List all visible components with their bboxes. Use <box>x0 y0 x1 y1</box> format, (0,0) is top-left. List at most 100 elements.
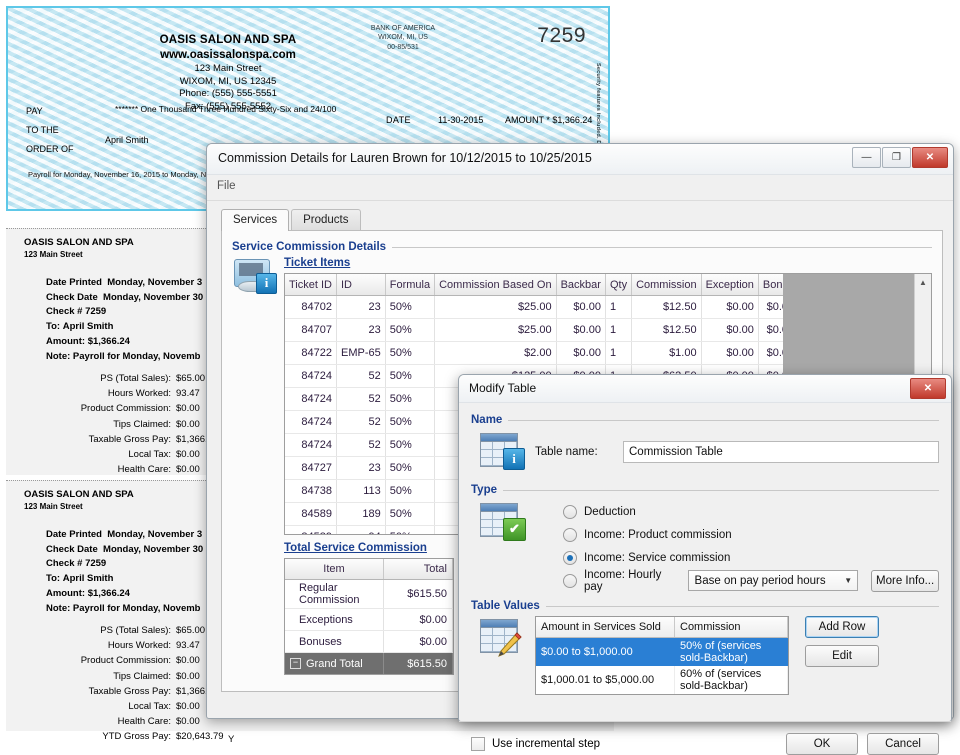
stub-line-value: 7259 <box>85 306 106 317</box>
stub-company-name: OASIS SALON AND SPA <box>24 489 134 500</box>
radio-icon-selected[interactable] <box>563 551 577 565</box>
stub-line-label: Amount: <box>46 336 85 347</box>
stub-line-value: April Smith <box>63 321 114 332</box>
col-total[interactable]: Total <box>384 559 453 580</box>
table-row: Exceptions$0.00 <box>285 609 453 631</box>
commission-window-titlebar[interactable]: Commission Details for Lauren Brown for … <box>207 144 953 175</box>
ok-button[interactable]: OK <box>786 733 858 755</box>
check-company-phone: Phone: (555) 555-5551 <box>83 88 373 101</box>
group-divider <box>503 490 939 491</box>
radio-icon[interactable] <box>563 505 577 519</box>
col-commission[interactable]: Commission <box>632 274 702 296</box>
radio-label: Income: Hourly pay <box>584 569 675 593</box>
commission-window-title: Commission Details for Lauren Brown for … <box>218 151 592 165</box>
total-service-commission-heading[interactable]: Total Service Commission <box>284 542 427 554</box>
table-header-row: Amount in Services Sold Commission <box>536 617 788 638</box>
radio-service-commission[interactable]: Income: Service commission <box>563 546 939 569</box>
table-name-label: Table name: <box>535 446 623 458</box>
radio-label: Income: Product commission <box>584 529 732 541</box>
cancel-button[interactable]: Cancel <box>867 733 939 755</box>
check-bank-routing: 00-85/531 <box>338 43 468 52</box>
table-name-input[interactable]: Commission Table <box>623 441 939 463</box>
chevron-down-icon[interactable]: ▼ <box>839 571 857 590</box>
col-qty[interactable]: Qty <box>605 274 631 296</box>
radio-icon[interactable] <box>563 574 577 588</box>
value-commission[interactable]: 50% of (services sold-Backbar) <box>675 638 788 667</box>
group-divider <box>392 247 932 248</box>
check-memo: Payroll for Monday, November 16, 2015 to… <box>28 170 210 179</box>
stub-line: Amount: $1,366.24 <box>46 335 203 350</box>
service-commission-group-label: Service Commission Details <box>232 241 386 253</box>
scroll-up-icon[interactable]: ▲ <box>915 274 931 290</box>
radio-label: Deduction <box>584 506 636 518</box>
col-item[interactable]: Item <box>285 559 384 580</box>
check-number: 7259 <box>537 24 586 48</box>
stub-summary-block: Date Printed Monday, November 3 Check Da… <box>46 276 203 364</box>
col-bonus[interactable]: Bonus <box>758 274 783 296</box>
maximize-icon[interactable]: ❐ <box>882 147 911 168</box>
radio-icon[interactable] <box>563 528 577 542</box>
grand-total-cell[interactable]: −Grand Total <box>285 653 384 675</box>
table-row: $1,000.01 to $5,000.00 60% of (services … <box>536 666 788 694</box>
type-group-label: Type <box>471 484 497 496</box>
radio-deduction[interactable]: Deduction <box>563 500 939 523</box>
close-icon[interactable]: ✕ <box>910 378 946 399</box>
dropdown-value: Base on pay period hours <box>695 575 826 587</box>
col-ticket-id[interactable]: Ticket ID <box>285 274 337 296</box>
stub-summary-block: Date Printed Monday, November 3 Check Da… <box>46 528 203 616</box>
check-company-address: 123 Main Street <box>83 63 373 76</box>
stub-line: Check # 7259 <box>46 305 203 320</box>
collapse-icon[interactable]: − <box>290 658 301 669</box>
use-incremental-step-checkbox[interactable] <box>471 737 485 751</box>
value-amount[interactable]: $0.00 to $1,000.00 <box>536 638 675 667</box>
stub-line-label: Note: <box>46 351 70 362</box>
table-row-selected: $0.00 to $1,000.00 50% of (services sold… <box>536 638 788 667</box>
stub-line-label: To: <box>46 321 60 332</box>
check-pay-label-1: PAY <box>26 102 74 121</box>
add-row-button[interactable]: Add Row <box>805 616 879 638</box>
stub-line: Check # 7259 <box>46 557 203 572</box>
col-exception[interactable]: Exception <box>701 274 758 296</box>
footer-divider <box>459 721 951 722</box>
table-values-group-header: Table Values <box>471 600 939 612</box>
radio-product-commission[interactable]: Income: Product commission <box>563 523 939 546</box>
tab-strip: Services Products <box>221 208 943 230</box>
col-id[interactable]: ID <box>337 274 386 296</box>
check-company-name: OASIS SALON AND SPA <box>83 33 373 48</box>
stub-line: Check Date Monday, November 30 <box>46 291 203 306</box>
radio-label: Income: Service commission <box>584 552 730 564</box>
table-row: Bonuses$0.00 <box>285 631 453 653</box>
more-info-button[interactable]: More Info... <box>871 570 939 592</box>
check-bank-block: BANK OF AMERICA WIXOM, MI, US 00-85/531 <box>338 24 468 52</box>
table-values-grid[interactable]: Amount in Services Sold Commission $0.00… <box>535 616 789 695</box>
close-icon[interactable]: ✕ <box>912 147 948 168</box>
ticket-items-heading[interactable]: Ticket Items <box>284 257 350 269</box>
window-controls: — ❐ ✕ <box>852 147 948 168</box>
stub-line: To: April Smith <box>46 320 203 335</box>
minimize-icon[interactable]: — <box>852 147 881 168</box>
modify-table-dialog: Modify Table ✕ Name i Table name: Commis… <box>458 374 952 722</box>
tab-services[interactable]: Services <box>221 209 289 231</box>
table-values-table: Amount in Services Sold Commission $0.00… <box>536 617 788 694</box>
col-commission-based-on[interactable]: Commission Based On <box>435 274 557 296</box>
col-commission[interactable]: Commission <box>675 617 788 638</box>
grand-total-row: −Grand Total $615.50 <box>285 653 453 675</box>
radio-hourly-pay[interactable]: Income: Hourly pay Base on pay period ho… <box>563 569 939 592</box>
edit-button[interactable]: Edit <box>805 645 879 667</box>
tab-products[interactable]: Products <box>291 209 360 230</box>
col-amount-in-services-sold[interactable]: Amount in Services Sold <box>536 617 675 638</box>
stub-line: Date Printed Monday, November 3 <box>46 528 203 543</box>
menu-item-file[interactable]: File <box>207 175 246 197</box>
value-amount[interactable]: $1,000.01 to $5,000.00 <box>536 666 675 694</box>
check-company-city: WIXOM, MI, US 12345 <box>83 76 373 89</box>
col-formula[interactable]: Formula <box>385 274 434 296</box>
total-service-commission-grid[interactable]: Item Total Regular Commission$615.50 Exc… <box>284 558 454 675</box>
modify-dialog-body: Name i Table name: Commission Table Type… <box>459 402 951 721</box>
check-date-value: 11-30-2015 <box>438 115 483 125</box>
hourly-basis-dropdown[interactable]: Base on pay period hours ▼ <box>688 570 859 591</box>
stub-line-value: Monday, November 3 <box>107 277 202 288</box>
table-check-icon: ✔ <box>477 500 525 544</box>
col-backbar[interactable]: Backbar <box>556 274 605 296</box>
value-commission[interactable]: 60% of (services sold-Backbar) <box>675 666 788 694</box>
modify-dialog-titlebar[interactable]: Modify Table ✕ <box>459 375 951 403</box>
